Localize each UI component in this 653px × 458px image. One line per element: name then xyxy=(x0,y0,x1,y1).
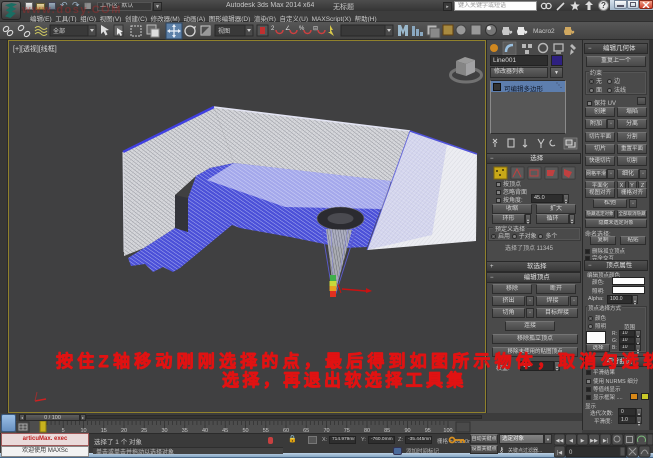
svg-text:2: 2 xyxy=(271,26,275,32)
svg-text:全部: 全部 xyxy=(53,27,65,35)
svg-text:▶▶: ▶▶ xyxy=(590,438,598,444)
svg-text:⊟: ⊟ xyxy=(313,26,318,32)
svg-text:▶: ▶ xyxy=(581,438,585,444)
svg-text:|◀: |◀ xyxy=(557,450,562,456)
svg-text:视图: 视图 xyxy=(218,27,230,35)
svg-text:[+][透视][线框]: [+][透视][线框] xyxy=(13,44,57,53)
svg-text:▶|: ▶| xyxy=(603,438,608,444)
svg-text:Macro2: Macro2 xyxy=(533,28,555,35)
svg-text:◀: ◀ xyxy=(569,438,573,444)
svg-text:◀◀: ◀◀ xyxy=(556,438,564,444)
